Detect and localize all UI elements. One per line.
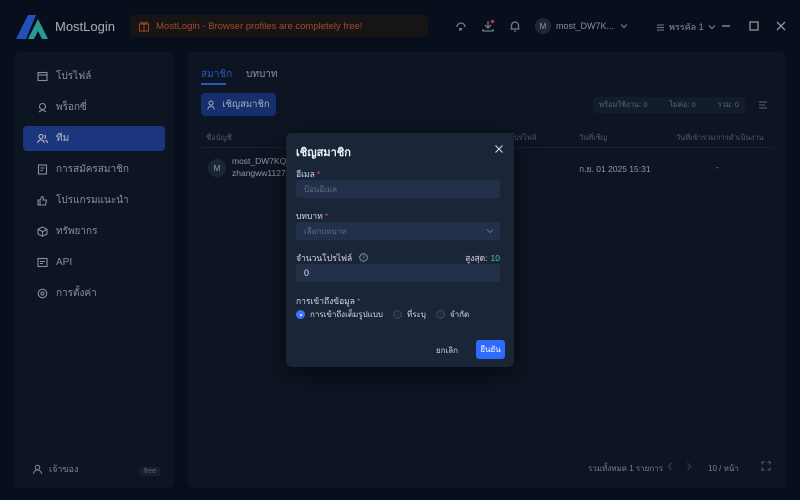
email-field[interactable]: ป้อนอีเมล xyxy=(296,180,500,198)
required-mark: * xyxy=(324,211,329,221)
confirm-button[interactable]: ยืนยัน xyxy=(476,340,505,359)
access-option-limited[interactable]: จำกัด xyxy=(435,308,470,321)
data-access-options: การเข้าถึงเต็มรูปแบบ ที่ระบุ จำกัด xyxy=(296,308,469,321)
data-access-label-text: การเข้าถึงข้อมูล xyxy=(296,296,355,306)
profile-count-label: จำนวนโปรไฟล์ ? xyxy=(296,251,368,265)
profile-max-value: 10 xyxy=(490,253,500,263)
chevron-down-icon xyxy=(486,229,494,234)
required-mark: * xyxy=(316,169,321,179)
profile-max: สูงสุด: 10 xyxy=(465,251,500,265)
svg-text:?: ? xyxy=(362,256,365,262)
access-option-specified[interactable]: ที่ระบุ xyxy=(392,308,426,321)
email-label: อีเมล * xyxy=(296,167,320,181)
role-label: บทบาท * xyxy=(296,209,328,223)
cancel-button[interactable]: ยกเลิก xyxy=(436,341,458,359)
access-option-full[interactable]: การเข้าถึงเต็มรูปแบบ xyxy=(296,308,383,321)
role-select[interactable]: เลือกบทบาท xyxy=(296,222,500,240)
role-placeholder: เลือกบทบาท xyxy=(304,226,347,236)
profile-count-input[interactable]: 0 xyxy=(296,264,500,282)
access-option-label: การเข้าถึงเต็มรูปแบบ xyxy=(310,310,383,319)
data-access-label: การเข้าถึงข้อมูล * xyxy=(296,294,360,308)
profile-count-label-text: จำนวนโปรไฟล์ xyxy=(296,253,353,263)
access-option-label: ที่ระบุ xyxy=(406,310,426,319)
profile-max-label: สูงสุด: xyxy=(465,253,488,263)
role-label-text: บทบาท xyxy=(296,211,323,221)
radio-selected xyxy=(296,310,305,319)
radio-unselected xyxy=(435,310,445,319)
required-mark: * xyxy=(357,296,361,306)
dialog-title: เชิญสมาชิก xyxy=(296,147,351,159)
close-icon[interactable] xyxy=(494,144,504,154)
access-option-label: จำกัด xyxy=(449,310,470,319)
help-icon[interactable]: ? xyxy=(358,253,368,262)
email-label-text: อีเมล xyxy=(296,169,315,179)
invite-member-dialog: เชิญสมาชิก อีเมล * ป้อนอีเมล บทบาท * เลือก… xyxy=(286,133,514,367)
radio-unselected xyxy=(392,310,402,319)
